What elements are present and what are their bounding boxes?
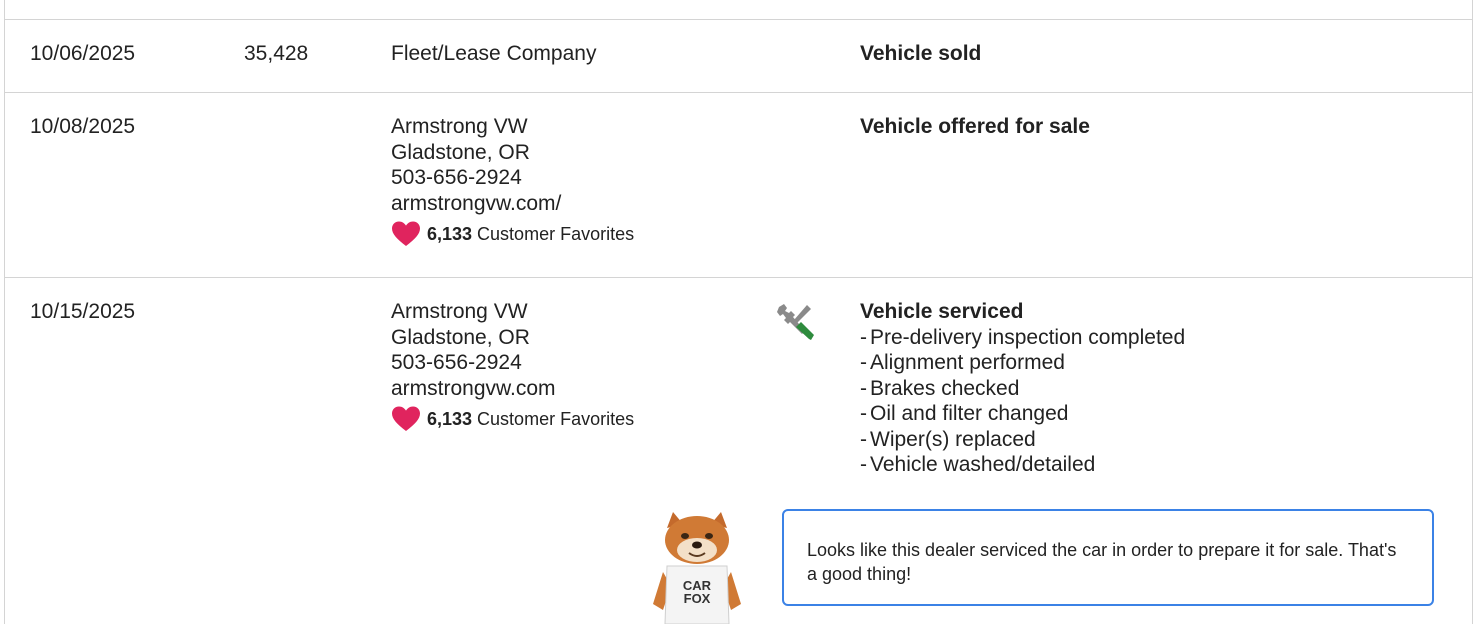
detail-item: - Oil and filter changed [860,402,1069,425]
favorites-label: Customer Favorites [477,224,635,244]
heart-icon [392,221,420,246]
dealer-name[interactable]: Armstrong VW [391,299,634,325]
car-fox-mascot-icon: CAR FOX [653,512,741,624]
tip-text: Looks like this dealer serviced the car … [807,540,1397,584]
wrench-screwdriver-icon [777,304,814,340]
dealer-website-link[interactable]: armstrongvw.com/ [391,191,634,217]
record-title: Vehicle serviced [860,300,1024,323]
record-source: Armstrong VW Gladstone, OR 503-656-2924 … [391,299,634,433]
history-row: 10/08/2025 Armstrong VW Gladstone, OR 50… [5,92,1472,277]
dealer-location: Gladstone, OR [391,140,530,164]
dealer-website-link[interactable]: armstrongvw.com [391,376,634,402]
detail-item: - Pre-delivery inspection completed [860,325,1186,349]
fox-shirt-text: CAR FOX [683,578,712,606]
detail-item: - Vehicle washed/detailed [860,453,1096,476]
record-date: 10/15/2025 [30,300,136,323]
dealer-phone[interactable]: 503-656-2924 [391,350,634,376]
record-source: Fleet/Lease Company [391,41,596,67]
favorites-count: 6,133 [427,224,473,244]
favorites-label: Customer Favorites [477,409,635,429]
record-odometer: 35,428 [244,42,309,65]
heart-icon [392,406,420,431]
record-title: Vehicle offered for sale [860,115,1090,138]
history-row: 10/06/2025 35,428 Fleet/Lease Company Ve… [5,19,1472,92]
source-line: Fleet/Lease Company [391,42,597,65]
dealer-location: Gladstone, OR [391,325,530,349]
record-source: Armstrong VW Gladstone, OR 503-656-2924 … [391,114,634,248]
customer-favorites: 6,133 Customer Favorites [391,220,634,248]
customer-favorites: 6,133 Customer Favorites [391,405,634,433]
detail-item: - Wiper(s) replaced [860,427,1036,451]
dealer-phone[interactable]: 503-656-2924 [391,165,634,191]
record-date: 10/08/2025 [30,115,136,138]
fox-tip-bubble: Looks like this dealer serviced the car … [782,509,1434,606]
record-details: Vehicle serviced - Pre-delivery inspectio… [860,299,1185,478]
dealer-name[interactable]: Armstrong VW [391,114,634,140]
border-gap [5,496,9,624]
detail-item: - Brakes checked [860,376,1020,400]
border-gap [1468,496,1472,624]
record-date: 10/06/2025 [30,42,136,65]
service-icon-cell [775,301,817,350]
record-title: Vehicle sold [860,42,982,65]
detail-item: - Alignment performed [860,351,1065,374]
favorites-count: 6,133 [427,409,473,429]
